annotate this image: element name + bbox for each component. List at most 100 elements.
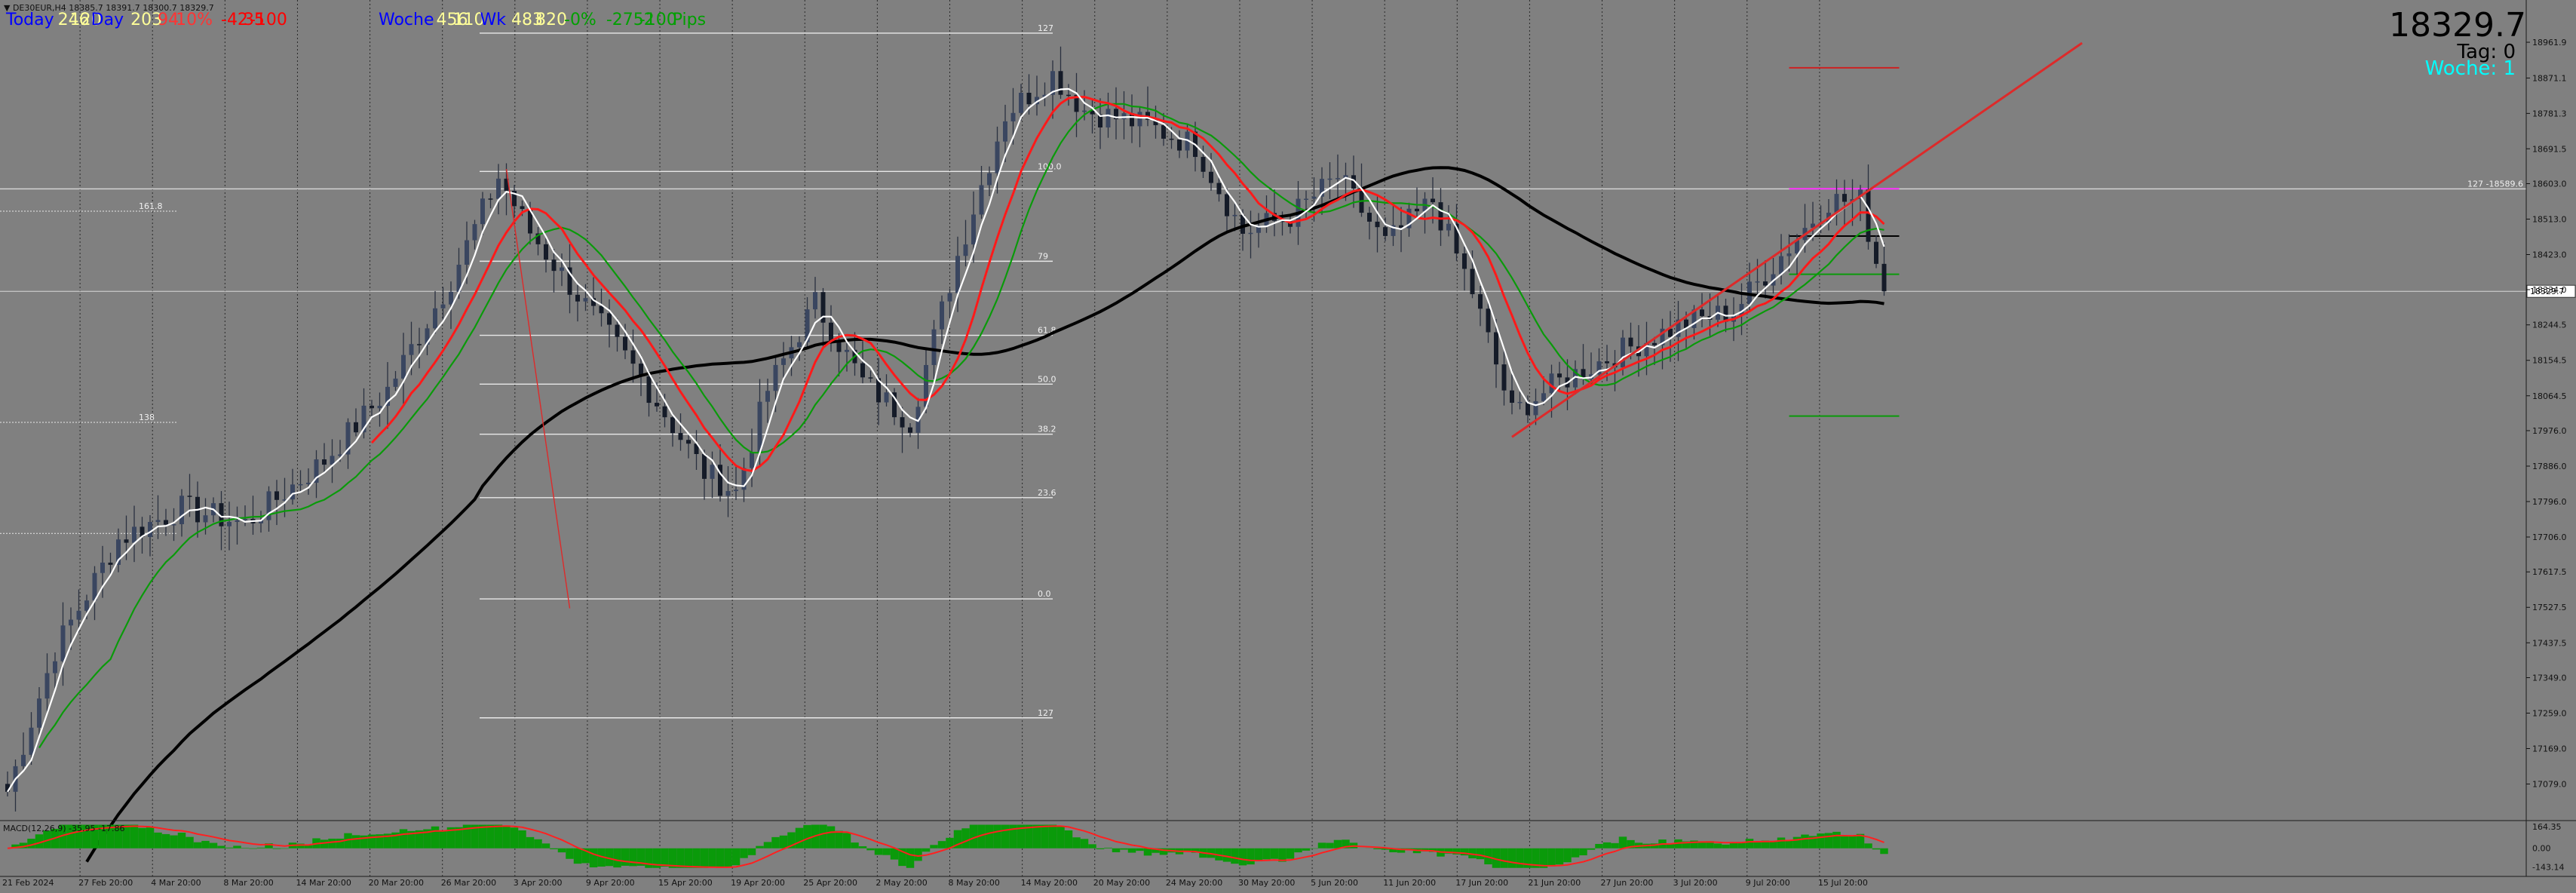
candle-body [155, 520, 161, 523]
week-value-6: -0% [564, 11, 596, 29]
time-tick-label: 21 Feb 2024 [2, 878, 54, 888]
time-tick-label: 3 Jul 20:00 [1673, 878, 1718, 888]
price-tick-label: 18513.0 [2532, 214, 2567, 224]
time-tick-label: 27 Feb 20:00 [78, 878, 133, 888]
time-tick-label: 9 Jul 20:00 [1746, 878, 1790, 888]
candle-body [1866, 189, 1871, 242]
candle-body [1652, 342, 1657, 345]
candle-body [678, 433, 683, 440]
candle-body [290, 484, 295, 500]
candle-body [884, 392, 889, 403]
candle-body [1327, 178, 1332, 180]
candle-body [670, 417, 675, 434]
candle-body [1478, 294, 1483, 309]
price-tick-label: 18691.5 [2532, 144, 2567, 154]
candle-body [757, 401, 762, 453]
candle-body [931, 329, 937, 365]
price-tick-label: 18781.3 [2532, 109, 2567, 118]
candle-body [354, 422, 358, 433]
candle-body [322, 459, 327, 465]
candle-body [108, 562, 113, 565]
candle-body [544, 244, 548, 260]
candle-body [393, 378, 398, 387]
price-tick-label: 18423.0 [2532, 250, 2567, 260]
candle-body [1248, 232, 1253, 235]
candle-body [1763, 281, 1768, 286]
candle-body [1304, 198, 1308, 201]
candle-body [1336, 178, 1340, 180]
candle-body [124, 539, 129, 543]
candle-body [1446, 223, 1451, 231]
price-tick-label: 17079.0 [2532, 780, 2567, 790]
candle-body [955, 256, 960, 293]
price-tick-label: 17796.0 [2532, 497, 2567, 507]
candle-body [37, 698, 41, 728]
candle-body [465, 240, 469, 265]
candle-body [148, 522, 152, 537]
candle-body [1700, 309, 1704, 317]
candle-body [409, 344, 414, 355]
candle-body [1367, 213, 1372, 222]
candle-body [1501, 364, 1507, 391]
fib-level-label: 127 [1038, 708, 1053, 718]
chart-canvas[interactable]: 127100.07961.850.038.223.60.0127161.8138… [0, 0, 2576, 890]
candle-body [472, 224, 477, 241]
price-tick-label: 18244.5 [2532, 321, 2567, 330]
time-tick-label: 11 Jun 20:00 [1383, 878, 1436, 888]
candle-body [480, 198, 485, 225]
candle-body [76, 610, 81, 620]
candle-body [1058, 71, 1063, 95]
time-tick-label: 27 Jun 20:00 [1601, 878, 1654, 888]
price-tick-label: 17706.0 [2532, 532, 2567, 542]
time-tick-label: 3 Apr 20:00 [514, 878, 563, 888]
candle-body [1874, 241, 1878, 264]
time-tick-label: 30 May 20:00 [1238, 878, 1295, 888]
time-tick-label: 15 Jul 20:00 [1818, 878, 1868, 888]
fib-level-label: 38.2 [1038, 425, 1056, 434]
candle-body [227, 521, 232, 526]
candle-body [1486, 308, 1491, 333]
candle-body [488, 198, 493, 200]
time-tick-label: 9 Apr 20:00 [586, 878, 635, 888]
candle-body [132, 526, 136, 543]
time-tick-label: 8 Mar 20:00 [223, 878, 273, 888]
candle-body [702, 454, 707, 479]
candle-body [100, 562, 105, 573]
candle-body [860, 363, 865, 378]
candle-body [1137, 112, 1142, 127]
info-woche: Woche: 1 [2424, 57, 2516, 80]
time-tick-label: 25 Apr 20:00 [803, 878, 857, 888]
candle-body [370, 405, 374, 409]
time-tick-label: 17 Jun 20:00 [1455, 878, 1508, 888]
fib-level-label: 23.6 [1038, 488, 1056, 498]
macd-label: MACD(12,26,9) -35.95 -17.86 [3, 824, 124, 833]
candle-body [1121, 113, 1127, 120]
candle-body [235, 520, 240, 522]
macd-tick-label: -143.14 [2532, 863, 2564, 873]
candle-body [1438, 202, 1443, 231]
candle-body [995, 141, 1000, 173]
week-label: Woche [379, 11, 434, 29]
candle-body [60, 625, 66, 661]
candle-body [1177, 139, 1182, 151]
candle-body [1834, 194, 1839, 213]
chart-background [0, 0, 2576, 890]
candle-body [1209, 171, 1213, 183]
candle-body [1510, 390, 1514, 404]
candle-body [781, 358, 786, 365]
candle-body [21, 754, 26, 766]
candle-body [1517, 401, 1523, 404]
candle-body [1415, 208, 1419, 212]
candle-body [496, 178, 501, 199]
candle-body [1216, 183, 1222, 195]
candle-body [520, 206, 525, 210]
candle-body [551, 259, 557, 272]
fib-level-label: 79 [1038, 251, 1048, 261]
chart-root[interactable]: 127 100.0 79 61.8 50.0 38.2 23.6 0.0 127 161.8 138… [0, 0, 2576, 890]
candle-body [1881, 263, 1887, 292]
candle-body [1019, 92, 1023, 113]
time-tick-label: 4 Mar 20:00 [151, 878, 201, 888]
candle-body [979, 185, 984, 215]
candle-body [900, 417, 905, 428]
candle-body [662, 406, 667, 418]
